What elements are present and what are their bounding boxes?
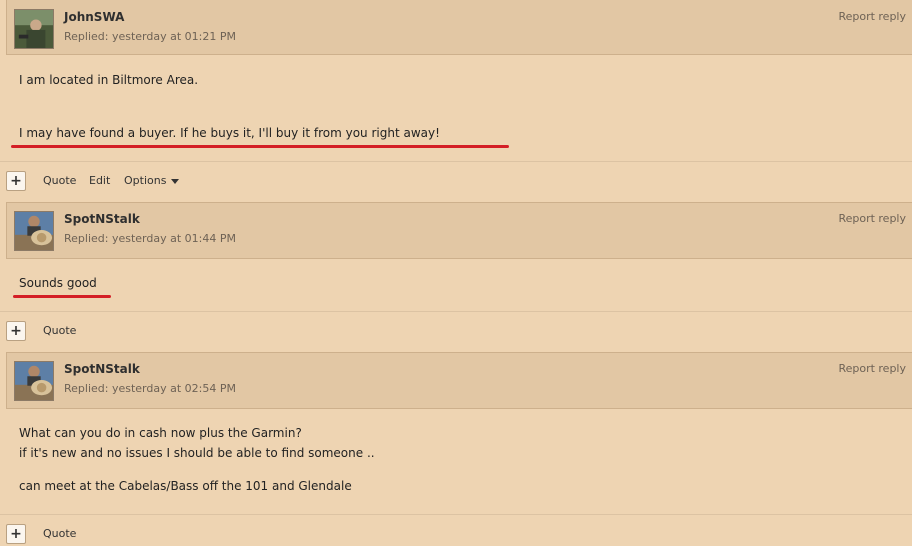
post-text-line: if it's new and no issues I should be ab… (19, 446, 375, 460)
quote-button[interactable]: Quote (43, 324, 76, 337)
options-dropdown[interactable]: Options (124, 174, 180, 187)
add-reaction-button[interactable]: + (6, 171, 26, 191)
reply-timestamp: Replied: yesterday at 02:54 PM (64, 382, 236, 395)
reply-timestamp: Replied: yesterday at 01:21 PM (64, 30, 236, 43)
post-text-line: can meet at the Cabelas/Bass off the 101… (19, 479, 352, 493)
reply-timestamp: Replied: yesterday at 01:44 PM (64, 232, 236, 245)
quote-button[interactable]: Quote (43, 174, 76, 187)
post-text-line: Sounds good (19, 276, 97, 290)
username[interactable]: SpotNStalk (64, 212, 140, 226)
add-reaction-button[interactable]: + (6, 321, 26, 341)
post-divider (0, 311, 912, 312)
username[interactable]: JohnSWA (64, 10, 124, 24)
edit-button[interactable]: Edit (89, 174, 110, 187)
report-reply-link[interactable]: Report reply (838, 212, 906, 225)
post-divider (0, 514, 912, 515)
red-underline-annotation (13, 295, 111, 298)
avatar[interactable] (14, 9, 54, 49)
avatar[interactable] (14, 361, 54, 401)
post-divider (0, 161, 912, 162)
chevron-down-icon (171, 178, 180, 184)
post-header: JohnSWA Replied: yesterday at 01:21 PM R… (6, 0, 912, 55)
post-text-line: I am located in Biltmore Area. (19, 73, 199, 87)
post-header: SpotNStalk Replied: yesterday at 01:44 P… (6, 202, 912, 259)
post-header: SpotNStalk Replied: yesterday at 02:54 P… (6, 352, 912, 409)
add-reaction-button[interactable]: + (6, 524, 26, 544)
avatar[interactable] (14, 211, 54, 251)
options-label: Options (124, 174, 167, 187)
red-underline-annotation (11, 145, 509, 148)
report-reply-link[interactable]: Report reply (838, 10, 906, 23)
quote-button[interactable]: Quote (43, 527, 76, 540)
username[interactable]: SpotNStalk (64, 362, 140, 376)
post-text-line: I may have found a buyer. If he buys it,… (19, 126, 440, 140)
post-text-line: What can you do in cash now plus the Gar… (19, 426, 302, 440)
report-reply-link[interactable]: Report reply (838, 362, 906, 375)
